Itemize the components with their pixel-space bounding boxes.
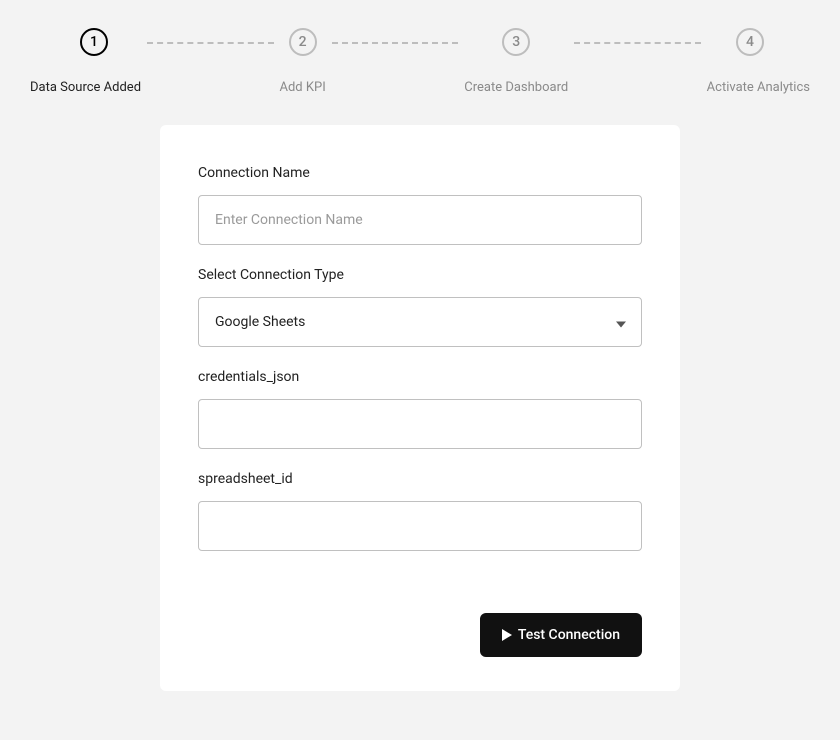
field-spreadsheet-id: spreadsheet_id <box>198 471 642 551</box>
step-connector <box>574 42 700 44</box>
credentials-json-input[interactable] <box>198 399 642 449</box>
field-connection-type: Select Connection Type Google Sheets <box>198 267 642 347</box>
step-circle-3: 3 <box>502 28 530 56</box>
form-actions: Test Connection <box>198 573 642 657</box>
connection-name-label: Connection Name <box>198 165 642 181</box>
step-circle-4: 4 <box>736 28 764 56</box>
play-icon <box>502 629 512 641</box>
stepper: 1 Data Source Added 2 Add KPI 3 Create D… <box>0 0 840 95</box>
spreadsheet-id-label: spreadsheet_id <box>198 471 642 487</box>
step-label-1: Data Source Added <box>30 80 141 95</box>
step-4: 4 Activate Analytics <box>707 28 810 95</box>
field-connection-name: Connection Name <box>198 165 642 245</box>
form-card: Connection Name Select Connection Type G… <box>160 125 680 691</box>
spreadsheet-id-input[interactable] <box>198 501 642 551</box>
field-credentials-json: credentials_json <box>198 369 642 449</box>
step-2: 2 Add KPI <box>280 28 326 95</box>
connection-type-select[interactable]: Google Sheets <box>198 297 642 347</box>
test-connection-label: Test Connection <box>518 627 620 643</box>
step-circle-2: 2 <box>289 28 317 56</box>
step-label-4: Activate Analytics <box>707 80 810 95</box>
credentials-json-label: credentials_json <box>198 369 642 385</box>
step-connector <box>332 42 458 44</box>
step-3: 3 Create Dashboard <box>464 28 568 95</box>
step-connector <box>147 42 273 44</box>
connection-type-label: Select Connection Type <box>198 267 642 283</box>
step-label-2: Add KPI <box>280 80 326 95</box>
test-connection-button[interactable]: Test Connection <box>480 613 642 657</box>
connection-type-value: Google Sheets <box>215 314 305 330</box>
step-label-3: Create Dashboard <box>464 80 568 95</box>
step-1: 1 Data Source Added <box>30 28 141 95</box>
step-circle-1: 1 <box>80 28 108 56</box>
connection-name-input[interactable] <box>198 195 642 245</box>
